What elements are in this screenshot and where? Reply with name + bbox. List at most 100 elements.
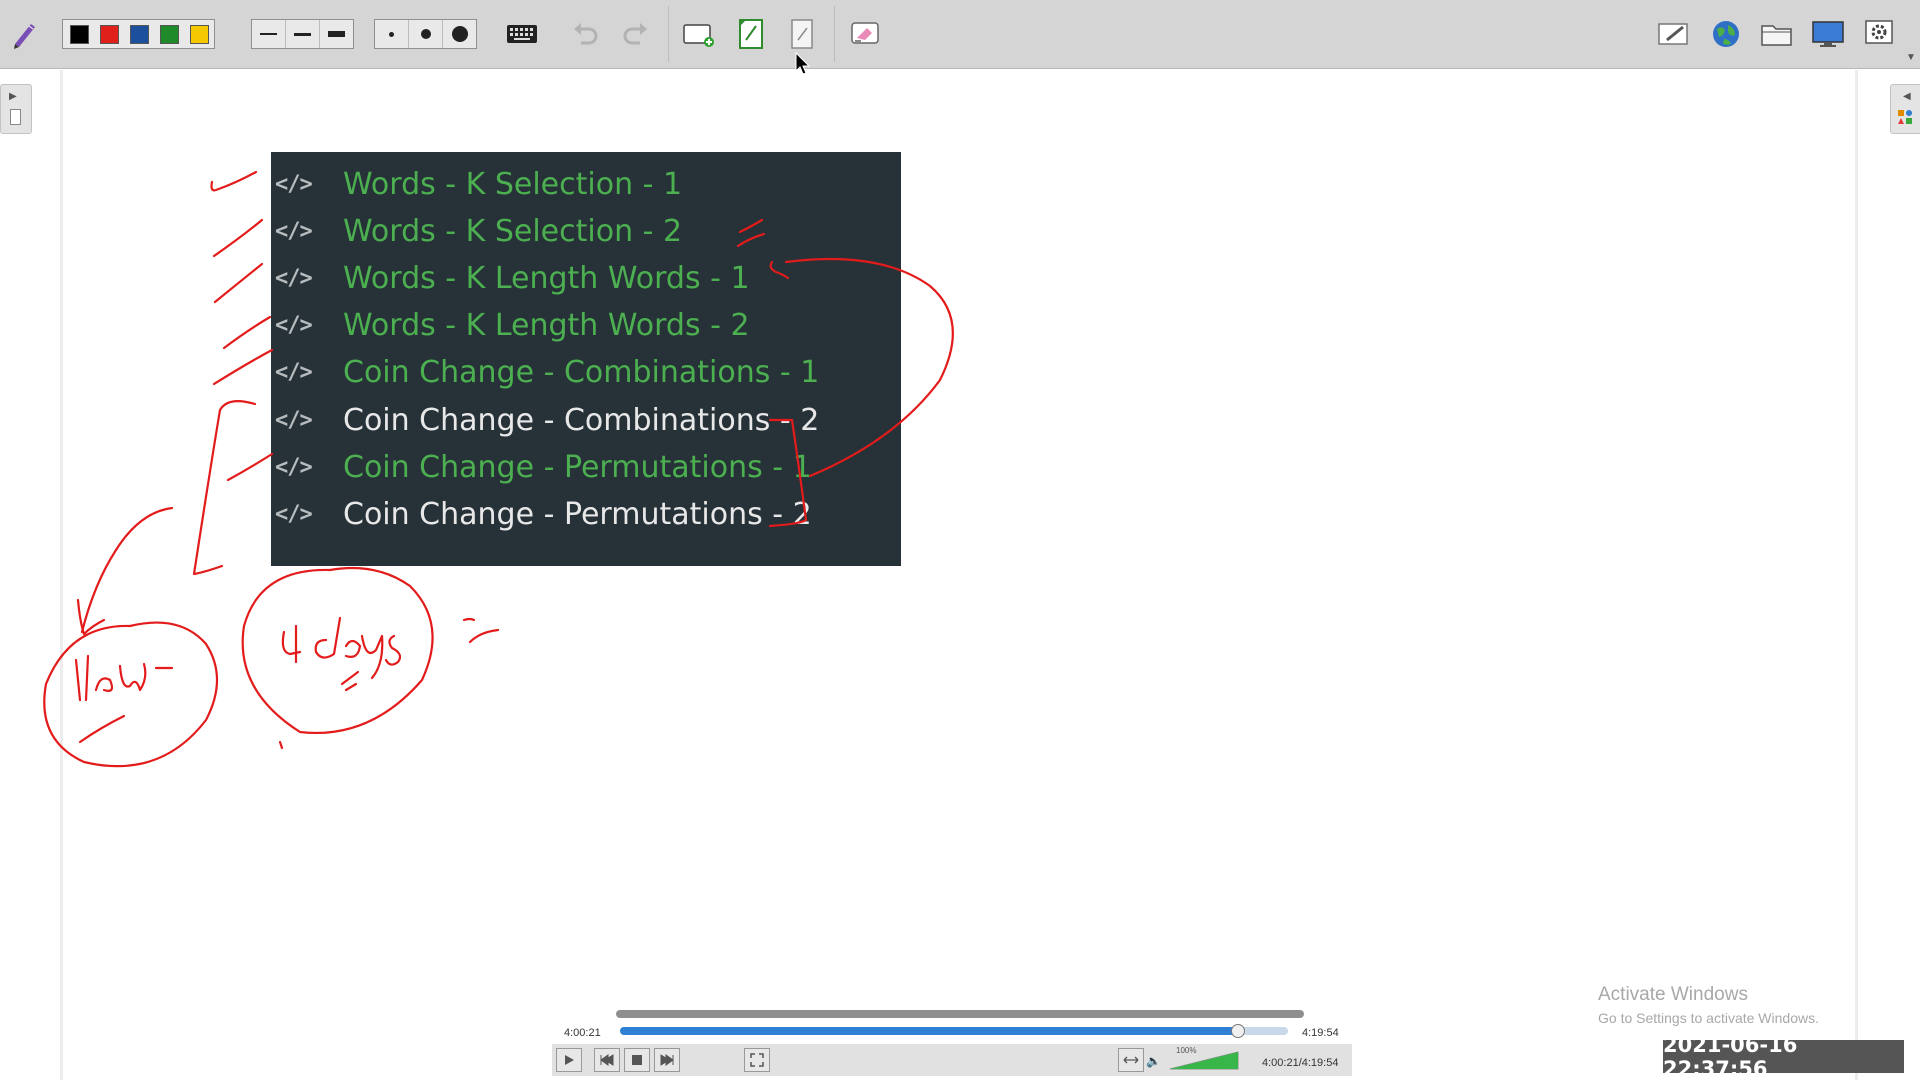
- circle-hw: [43, 621, 219, 768]
- pen-app-icon[interactable]: [7, 16, 43, 52]
- list-item-label: Words - K Selection - 1: [343, 166, 683, 202]
- hw-word-days: [314, 616, 402, 680]
- checkmark: [226, 452, 274, 482]
- list-item: </> Words - K Length Words - 2: [271, 305, 750, 345]
- list-item-label: Coin Change - Combinations - 1: [343, 354, 820, 390]
- line-width-medium-button[interactable]: [286, 20, 320, 48]
- code-icon: </>: [275, 454, 313, 480]
- list-item-label: Coin Change - Permutations - 1: [343, 449, 812, 485]
- web-icon[interactable]: [1708, 16, 1744, 52]
- eraser-icon[interactable]: [847, 16, 883, 52]
- prev-page-icon[interactable]: [733, 16, 769, 52]
- color-swatch-blue[interactable]: [130, 24, 149, 44]
- list-item-label: Words - K Length Words - 1: [343, 260, 750, 296]
- checkmark: [212, 348, 274, 386]
- color-swatch-black[interactable]: [70, 24, 89, 44]
- color-swatch-red[interactable]: [100, 24, 119, 44]
- volume-icon[interactable]: 🔈: [1146, 1054, 1161, 1068]
- undo-icon[interactable]: [567, 16, 603, 52]
- code-icon: </>: [275, 407, 313, 433]
- stop-button[interactable]: [624, 1048, 650, 1072]
- toolbar-overflow-icon[interactable]: ▼: [1906, 52, 1916, 63]
- volume-percent: 100%: [1176, 1046, 1197, 1055]
- list-item: </> Coin Change - Permutations - 2: [271, 494, 812, 534]
- volume-slider[interactable]: 100%: [1168, 1046, 1240, 1070]
- rewind-icon: [600, 1054, 614, 1066]
- line-width-thin-button[interactable]: [252, 20, 286, 48]
- rewind-button[interactable]: [594, 1048, 620, 1072]
- code-icon: </>: [275, 312, 313, 338]
- fast-forward-button[interactable]: [654, 1048, 680, 1072]
- expand-left-icon: ◀: [1903, 91, 1911, 102]
- toolbar-divider: [668, 6, 669, 62]
- fast-forward-icon: [660, 1054, 674, 1066]
- bracket: [192, 399, 257, 576]
- arrow-head: [76, 598, 106, 636]
- activate-title: Activate Windows: [1598, 984, 1748, 1005]
- list-item: </> Coin Change - Permutations - 1: [271, 447, 812, 487]
- eraser-size-medium-button[interactable]: [409, 20, 443, 48]
- canvas-edge-left: [60, 70, 63, 1080]
- code-icon: </>: [275, 265, 313, 291]
- play-icon: [565, 1055, 574, 1065]
- list-item: </> Words - K Length Words - 1: [271, 258, 750, 298]
- list-item: </> Coin Change - Combinations - 2: [271, 400, 819, 440]
- player-controls: 🔈 100% 4:00:21/4:19:54: [552, 1044, 1352, 1076]
- fullscreen-icon: [750, 1053, 764, 1067]
- new-page-icon[interactable]: [681, 16, 717, 52]
- keyboard-icon[interactable]: [504, 16, 540, 52]
- shapes-icon: [1897, 109, 1913, 125]
- checkmark: [213, 262, 264, 304]
- redo-icon[interactable]: [618, 16, 654, 52]
- left-panel-toggle[interactable]: ▶: [0, 84, 32, 134]
- checkmark: [210, 170, 258, 192]
- eraser-size-small-button[interactable]: [375, 20, 409, 48]
- line-width-group: [251, 19, 354, 49]
- underline: [78, 714, 126, 744]
- scribble: [462, 617, 500, 644]
- arrow-line: [80, 506, 174, 634]
- checkmark: [222, 315, 272, 350]
- list-item: </> Words - K Selection - 2: [271, 211, 682, 251]
- code-icon: </>: [275, 218, 313, 244]
- position-readout: 4:00:21/4:19:54: [1262, 1057, 1339, 1069]
- seek-handle[interactable]: [1231, 1024, 1246, 1038]
- eraser-size-large-button[interactable]: [443, 20, 476, 48]
- fullscreen-button[interactable]: [744, 1048, 770, 1072]
- play-button[interactable]: [556, 1048, 582, 1072]
- code-icon: </>: [275, 359, 313, 385]
- code-icon: </>: [275, 501, 313, 527]
- color-swatch-yellow[interactable]: [190, 24, 209, 44]
- line-width-thick-button[interactable]: [320, 20, 353, 48]
- seek-bar-fill: [620, 1027, 1238, 1035]
- mouse-cursor-icon: [795, 52, 811, 75]
- eraser-size-group: [374, 19, 477, 49]
- stop-icon: [632, 1055, 642, 1065]
- settings-icon[interactable]: [1862, 16, 1898, 52]
- code-list-panel: </> Words - K Selection - 1 </> Words - …: [271, 152, 901, 566]
- color-palette: [62, 19, 215, 49]
- color-swatch-green[interactable]: [160, 24, 179, 44]
- folder-icon[interactable]: [1759, 16, 1795, 52]
- page-icon: [10, 109, 21, 125]
- activate-subtitle: Go to Settings to activate Windows.: [1598, 1010, 1819, 1026]
- list-item: </> Coin Change - Combinations - 1: [271, 352, 819, 392]
- seek-bar[interactable]: [620, 1024, 1288, 1038]
- playback-bar: 4:00:21 4:19:54 🔈 100% 4:00:21/4:19:54: [552, 1008, 1352, 1078]
- hw-text-hw: [74, 654, 174, 702]
- elapsed-time: 4:00:21: [564, 1027, 601, 1039]
- dot: [278, 740, 284, 750]
- desktop-icon[interactable]: [1810, 16, 1846, 52]
- whiteboard-icon[interactable]: [1656, 16, 1692, 52]
- fit-width-button[interactable]: [1118, 1048, 1144, 1072]
- fit-width-icon: [1123, 1056, 1139, 1064]
- checkmark: [212, 218, 264, 258]
- list-item-label: Coin Change - Combinations - 2: [343, 402, 820, 438]
- canvas-edge-right: [1855, 70, 1858, 1080]
- top-toolbar: ▼: [0, 0, 1920, 69]
- underline: [340, 670, 360, 692]
- code-icon: </>: [275, 171, 313, 197]
- right-panel-toggle[interactable]: ◀: [1890, 84, 1920, 134]
- activate-windows-watermark: Activate Windows Go to Settings to activ…: [1598, 984, 1819, 1026]
- next-page-icon[interactable]: [784, 16, 820, 52]
